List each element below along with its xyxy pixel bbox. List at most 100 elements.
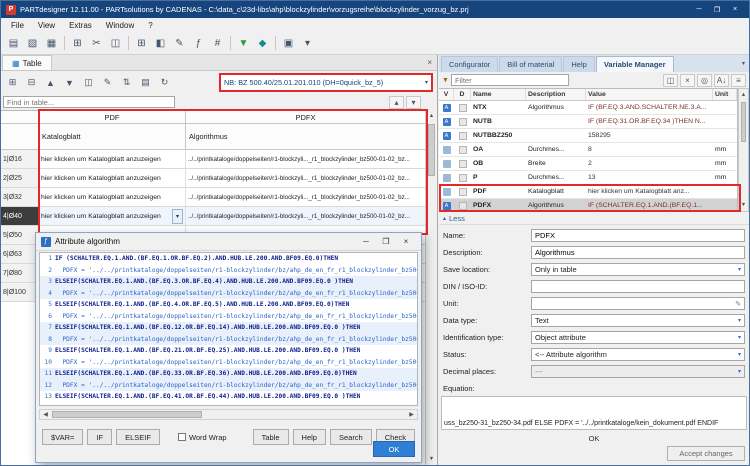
save-all-icon[interactable]: ⊞: [69, 35, 86, 52]
formula-icon[interactable]: ƒ: [190, 35, 207, 52]
table-button[interactable]: Table: [253, 429, 289, 445]
variable-row[interactable]: A NUTBBZ250 158295: [439, 129, 737, 143]
cut-icon[interactable]: ✂: [88, 35, 105, 52]
pdf-cell[interactable]: hier klicken um Katalogblatt anzuzeigen …: [39, 207, 186, 225]
monitor-icon[interactable]: ▣: [280, 35, 297, 52]
tab-variable-manager[interactable]: Variable Manager: [596, 56, 674, 72]
data-type-select[interactable]: Text ▾: [531, 314, 745, 327]
panel-close-icon[interactable]: ×: [427, 58, 432, 67]
table-vertical-scrollbar[interactable]: ▲ ▼: [425, 110, 437, 465]
close-button[interactable]: ×: [726, 3, 744, 16]
sort-rows-icon[interactable]: ⇅: [118, 75, 135, 91]
insert-row-icon[interactable]: ⊞: [4, 75, 21, 91]
variable-row[interactable]: A NUTB IF (BF.EQ.31.OR.BF.EQ.34 )THEN N.…: [439, 115, 737, 129]
help-menu-icon[interactable]: ▾: [299, 35, 316, 52]
scroll-right-icon[interactable]: ▶: [406, 411, 417, 418]
less-toggle[interactable]: ▴ Less: [439, 212, 749, 225]
row-down-icon[interactable]: ▼: [61, 75, 78, 91]
maximize-button[interactable]: ❐: [708, 3, 726, 16]
pdfx-cell[interactable]: ../../printkataloge/doppelseiten/r1-bloc…: [186, 207, 425, 225]
row-header[interactable]: 7|Ø80: [1, 264, 39, 282]
scroll-left-icon[interactable]: ◀: [40, 411, 51, 418]
variable-row-pdf[interactable]: PDF Katalogblatt hier klicken um Katalog…: [439, 185, 737, 199]
equation-field[interactable]: uss_bz250-31_bz250-34.pdf ELSE PDFX = '.…: [441, 396, 747, 430]
accept-changes-button[interactable]: Accept changes: [667, 446, 745, 461]
find-in-table-input[interactable]: [3, 96, 175, 108]
row-header[interactable]: 8|Ø100: [1, 283, 39, 301]
editor-horizontal-scrollbar[interactable]: ◀ ▶: [39, 409, 418, 420]
filter-input[interactable]: [451, 74, 569, 86]
column-header-pdfx[interactable]: PDFX: [186, 111, 425, 123]
header-value[interactable]: Value: [586, 89, 713, 100]
status-select[interactable]: <-- Attribute algorithm ▾: [531, 348, 745, 361]
find-next-icon[interactable]: ▾: [406, 96, 421, 109]
dialog-maximize-button[interactable]: ❐: [376, 234, 396, 249]
material-icon[interactable]: ◆: [254, 35, 271, 52]
row-header[interactable]: 4|Ø40: [1, 207, 39, 225]
minimize-button[interactable]: ─: [690, 3, 708, 16]
pdfx-cell[interactable]: ../../printkataloge/doppelseiten/r1-bloc…: [186, 188, 425, 206]
header-description[interactable]: Description: [526, 89, 586, 100]
din-iso-field[interactable]: [535, 282, 741, 291]
header-name[interactable]: Name: [471, 89, 526, 100]
table-options-icon[interactable]: ▤: [137, 75, 154, 91]
header-d[interactable]: D: [454, 89, 471, 100]
dialog-close-button[interactable]: ×: [396, 234, 416, 249]
copy-table-icon[interactable]: ◫: [80, 75, 97, 91]
pdf-cell[interactable]: hier klicken um Katalogblatt anzuzeigen: [39, 150, 186, 168]
search-button[interactable]: Search: [330, 429, 372, 445]
view-options-icon[interactable]: ≡: [731, 74, 746, 87]
variable-row-pdfx-selected[interactable]: A PDFX Algorithmus IF (SCHALTER.EQ.1.AND…: [439, 199, 737, 212]
unit-field-wrap[interactable]: ✎: [531, 297, 745, 310]
tab-bill-of-material[interactable]: Bill of material: [499, 56, 562, 72]
name-field[interactable]: [535, 231, 741, 240]
header-unit[interactable]: Unit: [713, 89, 737, 100]
row-up-icon[interactable]: ▲: [42, 75, 59, 91]
scroll-up-icon[interactable]: ▲: [739, 89, 748, 101]
menu-help[interactable]: ?: [141, 20, 159, 31]
scrollbar-thumb[interactable]: [741, 102, 746, 142]
3d-view-icon[interactable]: ◧: [152, 35, 169, 52]
nb-combobox[interactable]: NB: BZ 500.40/25.01.201.010 (DH=0quick_b…: [219, 73, 433, 92]
help-button[interactable]: Help: [293, 429, 326, 445]
dialog-ok-button[interactable]: OK: [373, 441, 415, 457]
scroll-up-icon[interactable]: ▲: [426, 110, 437, 122]
scrollbar-thumb[interactable]: [52, 411, 202, 418]
insert-if-button[interactable]: IF: [87, 429, 112, 445]
row-header[interactable]: 2|Ø25: [1, 169, 39, 187]
unit-field[interactable]: [535, 299, 733, 308]
row-header[interactable]: 6|Ø63: [1, 245, 39, 263]
pdfx-cell[interactable]: ../../printkataloge/doppelseiten/r1-bloc…: [186, 169, 425, 187]
cell-dropdown-icon[interactable]: ▾: [172, 209, 183, 224]
row-header[interactable]: 5|Ø50: [1, 226, 39, 244]
table-editor-icon[interactable]: ⊞: [133, 35, 150, 52]
publish-icon[interactable]: ▼: [235, 35, 252, 52]
variable-row[interactable]: OB Breite 2 mm: [439, 157, 737, 171]
description-field[interactable]: [535, 248, 741, 257]
scroll-down-icon[interactable]: ▼: [426, 453, 437, 465]
pdfx-cell[interactable]: ../../printkataloge/doppelseiten/r1-bloc…: [186, 150, 425, 168]
variable-row[interactable]: A NTX Algorithmus IF (BF.EQ.3.AND.SCHALT…: [439, 101, 737, 115]
new-document-icon[interactable]: ▤: [5, 35, 22, 52]
scroll-down-icon[interactable]: ▼: [739, 199, 748, 211]
tab-configurator[interactable]: Configurator: [441, 56, 498, 72]
pdf-cell[interactable]: hier klicken um Katalogblatt anzuzeigen: [39, 169, 186, 187]
menu-view[interactable]: View: [31, 20, 62, 31]
menu-file[interactable]: File: [4, 20, 31, 31]
grid-vertical-scrollbar[interactable]: ▲ ▼: [738, 88, 749, 212]
edit-cell-icon[interactable]: ✎: [99, 75, 116, 91]
delete-row-icon[interactable]: ⊟: [23, 75, 40, 91]
open-project-icon[interactable]: ▧: [24, 35, 41, 52]
column-header-pdf[interactable]: PDF: [39, 111, 186, 123]
row-header[interactable]: 1|Ø16: [1, 150, 39, 168]
sketcher-icon[interactable]: ✎: [171, 35, 188, 52]
tab-overflow-icon[interactable]: ▾: [742, 60, 745, 67]
find-prev-icon[interactable]: ▴: [389, 96, 404, 109]
variable-row[interactable]: P Durchmes... 13 mm: [439, 171, 737, 185]
tab-help[interactable]: Help: [563, 56, 594, 72]
save-icon[interactable]: ▦: [43, 35, 60, 52]
sort-az-icon[interactable]: A↓: [714, 74, 729, 87]
word-wrap-option[interactable]: Word Wrap: [178, 433, 227, 442]
header-v[interactable]: V: [439, 89, 454, 100]
column-chooser-icon[interactable]: ◫: [663, 74, 678, 87]
